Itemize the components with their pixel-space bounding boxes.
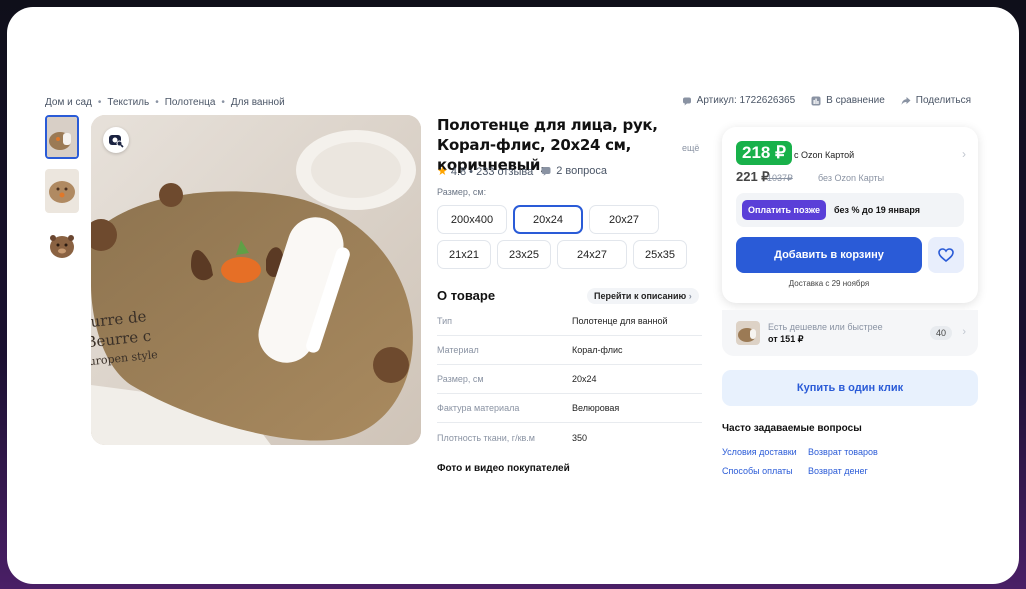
go-to-description-label: Перейти к описанию [594,291,687,301]
cheaper-text: Есть дешевле или быстрее от 151 ₽ [768,321,883,345]
spec-key: Тип [437,316,453,326]
compare-icon [811,96,821,105]
thumbnail-strip [45,115,83,277]
favorite-button[interactable] [928,237,964,273]
image-search-button[interactable] [103,127,129,153]
question-icon [541,167,551,176]
questions-link[interactable]: 2 вопроса [541,165,607,177]
rating-text: 4.8 • 233 отзыва [450,166,534,178]
no-card-label: без Ozon Карты [818,173,885,183]
product-main-image[interactable]: urre de Beurre c uropen style [91,115,421,445]
offers-count-badge: 40 [929,326,952,340]
thumbnail-1[interactable] [45,115,79,159]
breadcrumb-item[interactable]: Полотенца [165,97,216,108]
spec-row: Фактура материала Велюровая [437,394,702,423]
spec-key: Материал [437,345,479,355]
cheaper-line-2: от 151 ₽ [768,334,804,344]
spec-key: Плотность ткани, г/кв.м [437,432,535,443]
specs-table: Тип Полотенце для ванной Материал Корал-фл… [437,307,702,452]
chevron-right-icon: › [688,291,692,301]
pay-later-button[interactable]: Оплатить позже [742,200,826,220]
cheaper-line-1: Есть дешевле или быстрее [768,322,883,332]
breadcrumb: Дом и сад • Текстиль • Полотенца • Для в… [45,97,285,108]
size-option[interactable]: 21x21 [437,240,491,269]
add-to-cart-button[interactable]: Добавить в корзину [736,237,922,273]
chevron-right-icon[interactable]: › [962,147,966,161]
customer-photos-heading: Фото и видео покупателей [437,463,570,474]
offer-thumbnail [736,321,760,345]
compare-button[interactable]: В сравнение [811,95,885,106]
ozon-card-price: 218 ₽ [736,141,792,165]
delivery-date: Доставка с 29 ноября [788,279,870,288]
chat-icon [682,97,691,105]
spec-value: 20x24 [572,374,597,384]
faq-links: Условия доставки Возврат товаров Способы… [722,447,922,476]
size-option[interactable]: 200x400 [437,205,507,234]
old-price: 1037₽ [767,173,793,183]
spec-value: Велюровая [572,403,620,413]
spec-value: Полотенце для ванной [572,316,668,326]
faq-link-refund[interactable]: Возврат денег [808,466,908,476]
size-option[interactable]: 25x35 [633,240,687,269]
breadcrumb-separator: • [221,97,225,108]
size-selector: 200x400 20x24 20x27 21x21 23x25 24x27 25… [437,205,707,269]
spec-row: Материал Корал-флис [437,336,702,365]
reviews-link[interactable]: ★ 4.8 • 233 отзыва [437,164,533,178]
spec-value: 350 [572,432,588,443]
cheaper-offers[interactable]: Есть дешевле или быстрее от 151 ₽ 40 › [722,310,978,356]
camera-search-icon [109,135,124,148]
top-actions: Артикул: 1722626365 В сравнение Поделить… [682,95,971,106]
compare-label: В сравнение [826,95,885,106]
chevron-right-icon: › [962,326,966,338]
share-label: Поделиться [915,95,971,106]
breadcrumb-item[interactable]: Текстиль [107,97,149,108]
about-heading: О товаре [437,288,496,303]
size-label: Размер, см: [437,187,487,197]
size-option[interactable]: 20x27 [589,205,659,234]
go-to-description-link[interactable]: Перейти к описанию › [587,288,699,304]
size-option[interactable]: 24x27 [557,240,627,269]
article-number[interactable]: Артикул: 1722626365 [682,95,795,106]
faq-link-returns[interactable]: Возврат товаров [808,447,908,457]
share-button[interactable]: Поделиться [901,95,971,106]
thumbnail-image [45,169,79,213]
regular-price: 221 ₽ [736,169,770,184]
pay-later-text: без % до 19 января [833,205,920,215]
breadcrumb-separator: • [97,97,102,108]
thumbnail-3[interactable] [45,223,79,267]
heart-icon [938,248,954,262]
price-box: 218 ₽ с Ozon Картой › 221 ₽ 1037₽ без Oz… [722,127,978,303]
faq-link-payment[interactable]: Способы оплаты [722,466,808,476]
title-more-link[interactable]: ещё [682,143,699,153]
faq-link-delivery[interactable]: Условия доставки [722,447,808,457]
share-icon [901,96,911,105]
breadcrumb-item[interactable]: Дом и сад [45,97,92,108]
spec-row: Плотность ткани, г/кв.м 350 [437,423,702,452]
rating-row: ★ 4.8 • 233 отзыва 2 вопроса [437,164,607,178]
spec-key: Фактура материала [437,403,520,413]
breadcrumb-separator: • [155,97,159,108]
size-option[interactable]: 23x25 [497,240,551,269]
thumbnail-image [47,117,77,157]
thumbnail-image [45,223,79,267]
pay-later-block[interactable]: Оплатить позже без % до 19 января [736,193,964,227]
star-icon: ★ [437,164,448,178]
product-photo: urre de Beurre c uropen style [91,115,421,445]
faq-heading: Часто задаваемые вопросы [722,423,862,434]
buy-one-click-button[interactable]: Купить в один клик [722,370,978,406]
thumbnail-2[interactable] [45,169,79,213]
page-frame: Дом и сад • Текстиль • Полотенца • Для в… [7,7,1019,584]
article-label: Артикул: 1722626365 [696,95,796,106]
spec-row: Размер, см 20x24 [437,365,702,394]
questions-text: 2 вопроса [556,165,608,177]
spec-key: Размер, см [437,374,484,384]
ozon-card-label[interactable]: с Ozon Картой [794,150,854,160]
spec-value: Корал-флис [572,345,623,355]
breadcrumb-item[interactable]: Для ванной [231,97,285,108]
size-option-selected[interactable]: 20x24 [513,205,583,234]
spec-row: Тип Полотенце для ванной [437,307,702,336]
